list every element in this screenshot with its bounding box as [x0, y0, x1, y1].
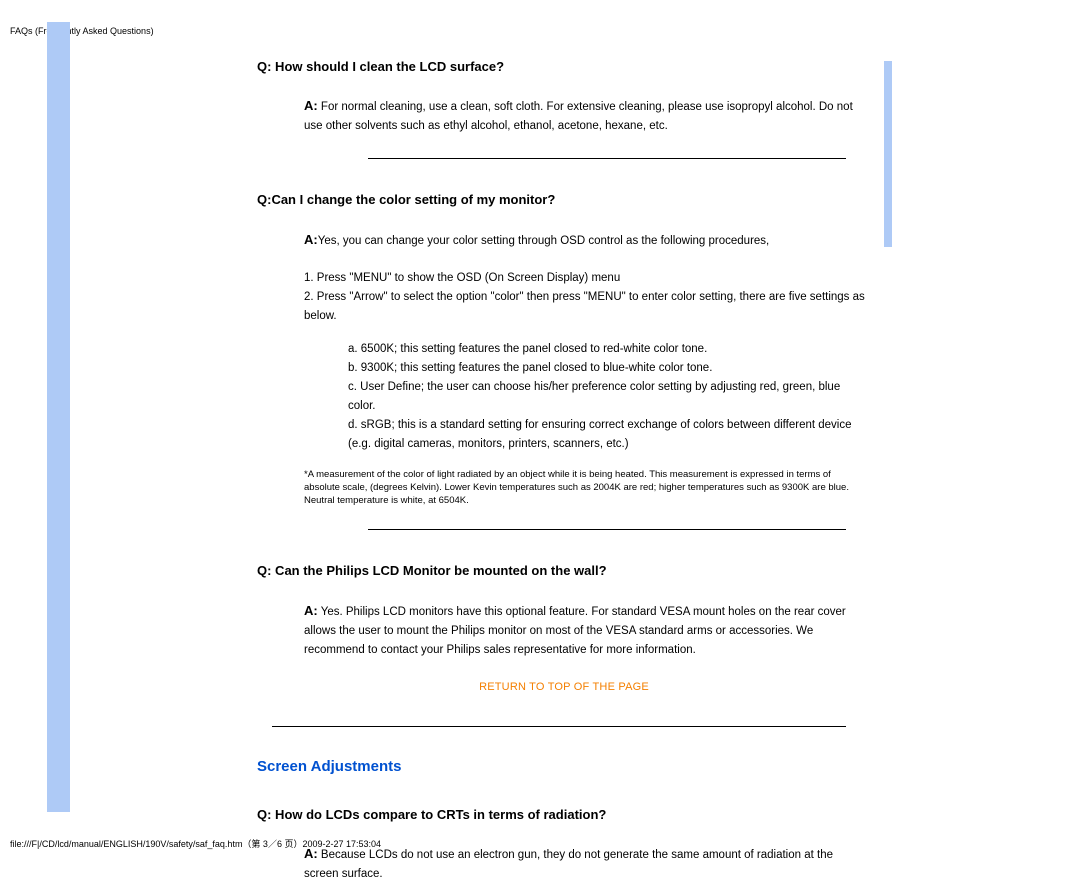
right-scrollbar-hint	[884, 61, 892, 247]
faq2-steps: 1. Press "MENU" to show the OSD (On Scre…	[304, 269, 868, 326]
faq4-answer: A: Because LCDs do not use an electron g…	[304, 843, 868, 884]
return-to-top-anchor[interactable]: RETURN TO TOP OF THE PAGE	[479, 681, 649, 693]
faq4-a-text: Because LCDs do not use an electron gun,…	[304, 849, 833, 880]
page-container: Q: How should I clean the LCD surface? A…	[47, 22, 892, 884]
separator	[368, 529, 846, 530]
faq2-opt-c: c. User Define; the user can choose his/…	[348, 378, 868, 416]
faq3-a-text: Yes. Philips LCD monitors have this opti…	[304, 606, 846, 656]
return-to-top-link[interactable]: RETURN TO TOP OF THE PAGE	[260, 678, 868, 696]
separator-wide	[272, 726, 846, 727]
faq2-footnote: *A measurement of the color of light rad…	[304, 468, 868, 508]
faq2-step1: 1. Press "MENU" to show the OSD (On Scre…	[304, 269, 868, 288]
faq2-step2: 2. Press "Arrow" to select the option "c…	[304, 288, 868, 326]
faq1-question: Q: How should I clean the LCD surface?	[257, 56, 868, 77]
faq1-a-label: A:	[304, 98, 318, 113]
faq1-a-text: For normal cleaning, use a clean, soft c…	[304, 101, 853, 132]
faq2-opt-a: a. 6500K; this setting features the pane…	[348, 340, 868, 359]
faq2-question: Q:Can I change the color setting of my m…	[257, 189, 868, 210]
faq1-answer: A: For normal cleaning, use a clean, sof…	[304, 95, 868, 136]
section-heading-screen-adjustments: Screen Adjustments	[257, 755, 868, 780]
faq2-a-text: Yes, you can change your color setting t…	[318, 235, 770, 247]
faq2-options: a. 6500K; this setting features the pane…	[348, 340, 868, 454]
page-footer-path: file:///F|/CD/lcd/manual/ENGLISH/190V/sa…	[10, 837, 381, 850]
faq3-answer: A: Yes. Philips LCD monitors have this o…	[304, 600, 868, 660]
main-content: Q: How should I clean the LCD surface? A…	[70, 22, 884, 884]
faq2-opt-d: d. sRGB; this is a standard setting for …	[348, 416, 868, 454]
left-sidebar-bar	[47, 22, 70, 812]
faq3-a-label: A:	[304, 603, 318, 618]
separator	[368, 158, 846, 159]
faq2-answer: A:Yes, you can change your color setting…	[304, 229, 868, 251]
faq2-opt-b: b. 9300K; this setting features the pane…	[348, 359, 868, 378]
faq3-question: Q: Can the Philips LCD Monitor be mounte…	[257, 560, 868, 581]
faq4-question: Q: How do LCDs compare to CRTs in terms …	[257, 804, 868, 825]
faq2-a-label: A:	[304, 232, 318, 247]
